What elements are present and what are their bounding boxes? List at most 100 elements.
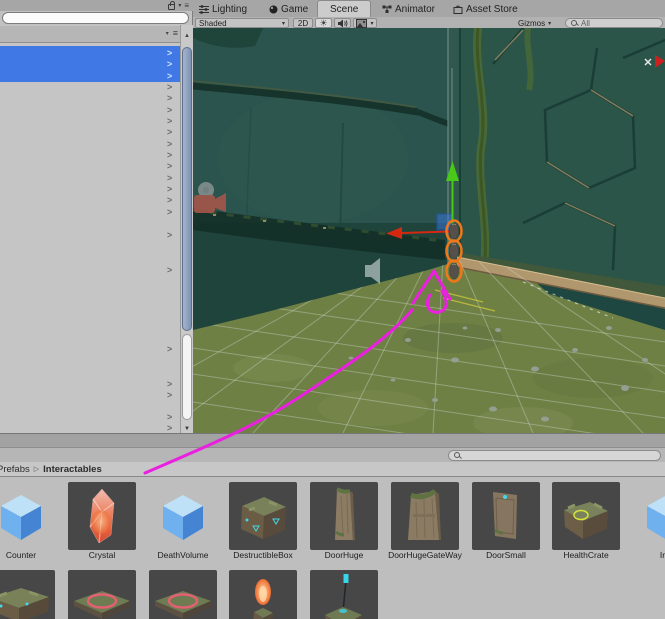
lock-icon[interactable] (168, 0, 176, 10)
hierarchy-search-input[interactable] (11, 13, 181, 23)
tab-label: Game (281, 3, 309, 15)
asset-thumbnail (229, 570, 297, 619)
scene-viewport[interactable] (193, 28, 665, 433)
project-search-field[interactable] (448, 450, 661, 461)
tab-asset-store[interactable]: Asset Store (453, 2, 518, 16)
asset-thumbnail (0, 570, 55, 619)
expand-arrow-icon[interactable]: > (167, 162, 177, 171)
scene-audio-toggle-button[interactable] (334, 18, 351, 28)
asset-thumbnail (229, 482, 297, 550)
asset-label: DeathVolume (157, 550, 209, 560)
tab-game[interactable]: Game (269, 2, 308, 16)
asset-thumbnail (552, 482, 620, 550)
asset-store-icon (453, 5, 463, 14)
expand-arrow-icon[interactable]: > (167, 140, 177, 149)
expand-arrow-icon[interactable]: > (167, 413, 177, 422)
asset-item-DestructibleBox[interactable]: DestructibleBox (229, 482, 297, 560)
project-search-input[interactable] (464, 451, 655, 460)
expand-arrow-icon[interactable]: > (167, 174, 177, 183)
expand-arrow-icon[interactable]: > (167, 231, 177, 240)
search-icon (571, 19, 578, 27)
scrollbar-thumb[interactable] (182, 47, 192, 331)
asset-item-Crystal[interactable]: Crystal (68, 482, 136, 560)
asset-item-DeathVolume[interactable]: DeathVolume (149, 482, 217, 560)
image-icon (356, 18, 368, 28)
search-icon (454, 452, 461, 459)
asset-item-DoorSmall[interactable]: DoorSmall (472, 482, 540, 560)
asset-item-DoorHuge[interactable]: DoorHuge (310, 482, 378, 560)
breadcrumb: Prefabs ▷ Interactables (0, 462, 665, 477)
asset-item-pedestal-flame[interactable] (229, 570, 297, 619)
asset-item-crate-lying[interactable] (0, 570, 55, 619)
asset-thumbnail (633, 482, 665, 550)
caret-down-icon[interactable]: ▾ (166, 30, 169, 37)
caret-down-icon[interactable]: ▾ (178, 2, 181, 9)
caret-down-icon: ▾ (281, 20, 285, 27)
panel-divider[interactable] (0, 433, 665, 447)
asset-label: DoorHuge (324, 550, 364, 560)
expand-arrow-icon[interactable]: > (167, 391, 177, 400)
asset-item-HealthCrate[interactable]: HealthCrate (552, 482, 620, 560)
shading-mode-label: Shaded (199, 18, 227, 28)
asset-thumbnail (310, 482, 378, 550)
asset-label: Crystal (88, 550, 116, 560)
scroll-down-icon[interactable]: ▼ (181, 426, 193, 432)
asset-label: DoorSmall (486, 550, 526, 560)
scroll-up-icon[interactable]: ▲ (181, 33, 193, 39)
scene-effects-dropdown[interactable]: ▾ (353, 18, 377, 28)
expand-arrow-icon[interactable]: > (167, 94, 177, 103)
caret-down-icon: ▾ (548, 20, 552, 27)
hierarchy-list[interactable]: > > > > > > > > > > > > > > > > > > > > > > (0, 43, 180, 433)
asset-thumbnail (472, 482, 540, 550)
expand-arrow-icon[interactable]: > (167, 266, 177, 275)
asset-label: DoorHugeGateWay (388, 550, 462, 560)
asset-thumbnail (149, 570, 217, 619)
expand-arrow-icon[interactable]: > (167, 380, 177, 389)
hierarchy-selected-rows[interactable] (0, 46, 180, 82)
tab-animator[interactable]: Animator (382, 2, 435, 16)
expand-arrow-icon[interactable]: > (167, 424, 177, 433)
shading-mode-dropdown[interactable]: Shaded ▾ (195, 18, 289, 28)
expand-arrow-icon[interactable]: > (167, 345, 177, 354)
asset-thumbnail (0, 482, 55, 550)
unity-game-icon (269, 5, 278, 13)
hierarchy-scrollbar[interactable]: ▲ ▼ (180, 25, 193, 433)
asset-thumbnail (149, 482, 217, 550)
expand-arrow-icon[interactable]: > (167, 196, 177, 205)
expand-arrow-icon[interactable]: > (167, 106, 177, 115)
menu-icon[interactable]: ≡ (184, 1, 189, 10)
expand-arrow-icon[interactable]: > (167, 185, 177, 194)
expand-arrow-icon[interactable]: > (167, 49, 177, 58)
tab-label: Animator (395, 3, 436, 15)
tab-lighting[interactable]: Lighting (199, 2, 247, 16)
breadcrumb-current[interactable]: Interactables (43, 464, 102, 475)
project-asset-grid[interactable]: Counter Crystal DeathVolume DestructibleBox… (0, 477, 665, 619)
asset-item-rock-antenna[interactable] (310, 570, 378, 619)
expand-arrow-icon[interactable]: > (167, 208, 177, 217)
asset-item-DoorHugeGateWay[interactable]: DoorHugeGateWay (388, 482, 462, 560)
breadcrumb-root[interactable]: Prefabs (0, 464, 30, 475)
expand-arrow-icon[interactable]: > (167, 117, 177, 126)
asset-item-Counter[interactable]: Counter (0, 482, 55, 560)
asset-label: HealthCrate (563, 550, 609, 560)
asset-item-platform-circle[interactable] (149, 570, 217, 619)
expand-arrow-icon[interactable]: > (167, 60, 177, 69)
scene-lighting-toggle-button[interactable]: ☀ (315, 18, 332, 28)
2d-toggle-button[interactable]: 2D (293, 18, 313, 28)
menu-icon[interactable]: ≡ (173, 28, 178, 38)
asset-item-platform-circle[interactable] (68, 570, 136, 619)
hierarchy-panel-header: ▾ ≡ (0, 0, 193, 11)
asset-thumbnail (68, 482, 136, 550)
tab-scene[interactable]: Scene (317, 0, 372, 17)
editor-tab-bar: Lighting Game Scene Animator Asset Store (193, 0, 665, 17)
hierarchy-search-field[interactable] (2, 12, 189, 24)
gizmos-dropdown[interactable]: Gizmos ▾ (518, 18, 562, 28)
expand-arrow-icon[interactable]: > (167, 128, 177, 137)
speaker-icon (337, 19, 347, 27)
expand-arrow-icon[interactable]: > (167, 72, 177, 81)
expand-arrow-icon[interactable]: > (167, 83, 177, 92)
scene-search-field[interactable]: All (565, 18, 663, 28)
asset-item-Info[interactable]: Info (633, 482, 665, 560)
scrollbar-track[interactable] (182, 334, 192, 420)
expand-arrow-icon[interactable]: > (167, 151, 177, 160)
